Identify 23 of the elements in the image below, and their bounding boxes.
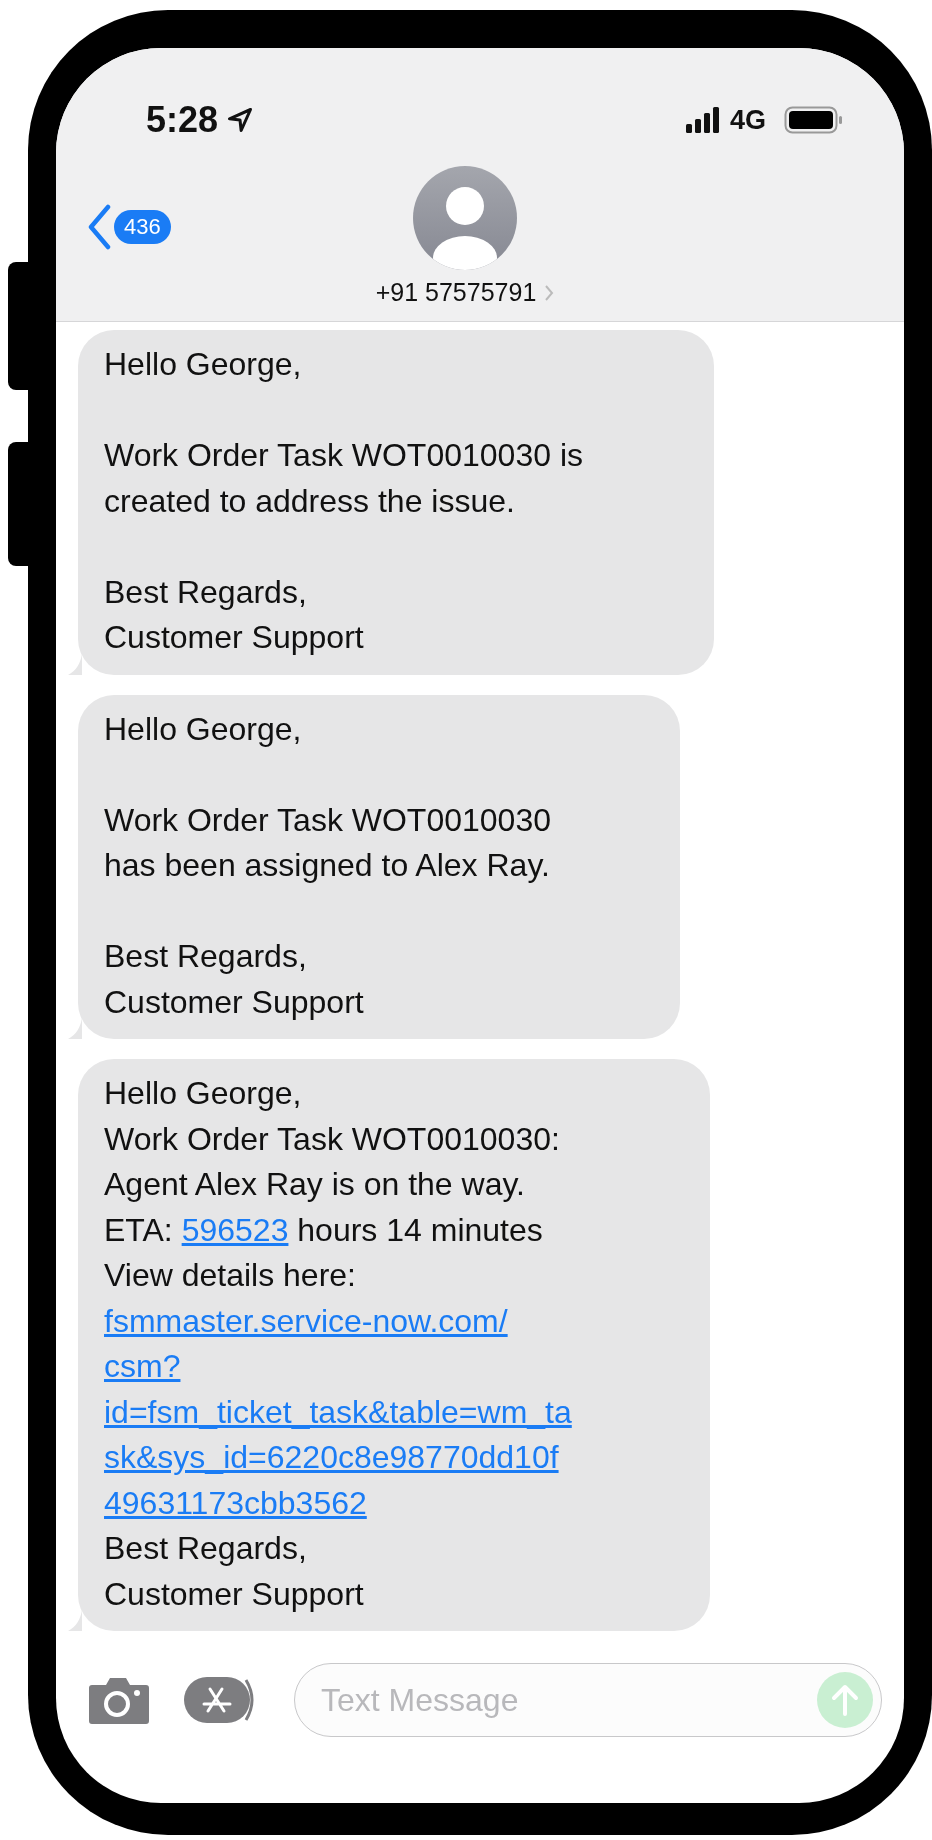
camera-button[interactable]: [88, 1675, 150, 1725]
location-arrow-icon: [226, 106, 255, 134]
avatar-icon: [413, 166, 517, 270]
network-label: 4G: [729, 104, 766, 136]
back-button[interactable]: 436: [86, 204, 171, 250]
details-link[interactable]: fsmmaster.service-now.com/ csm? id=fsm_ticket_task&table=wm_ta sk&sys_id=6220c8e98770dd10f 49631173cbb3562: [104, 1298, 684, 1526]
message-text: Hello George, Work Order Task WOT0010030 has been assigned to Alex Ray. Best Regards, Customer Support: [104, 709, 552, 1022]
message-text: Hello George, Work Order Task WOT0010030: Agent Alex Ray is on the way. ETA: 596523 hours 14 minutes View details here:: [104, 1074, 561, 1295]
message-field[interactable]: Text Message: [319, 1680, 817, 1720]
camera-icon: [88, 1675, 150, 1725]
unread-badge: 436: [114, 210, 171, 244]
message-text: Hello George, Work Order Task WOT0010030 is created to address the issue. Best Regards, Customer Support: [104, 345, 584, 657]
message-bar[interactable]: Text Message: [294, 1663, 882, 1737]
contact-button[interactable]: +91 57575791: [375, 166, 555, 307]
eta-link[interactable]: 596523: [181, 1211, 289, 1248]
chevron-right-icon: [544, 283, 555, 302]
message-text: Best Regards, Customer Support: [104, 1529, 365, 1614]
status-time: 5:28: [146, 99, 219, 141]
chevron-left-icon: [86, 204, 112, 250]
signal-icon: [685, 106, 722, 134]
battery-icon: [784, 105, 844, 135]
arrow-up-icon: [831, 1684, 859, 1716]
contact-number: +91 57575791: [375, 278, 537, 307]
